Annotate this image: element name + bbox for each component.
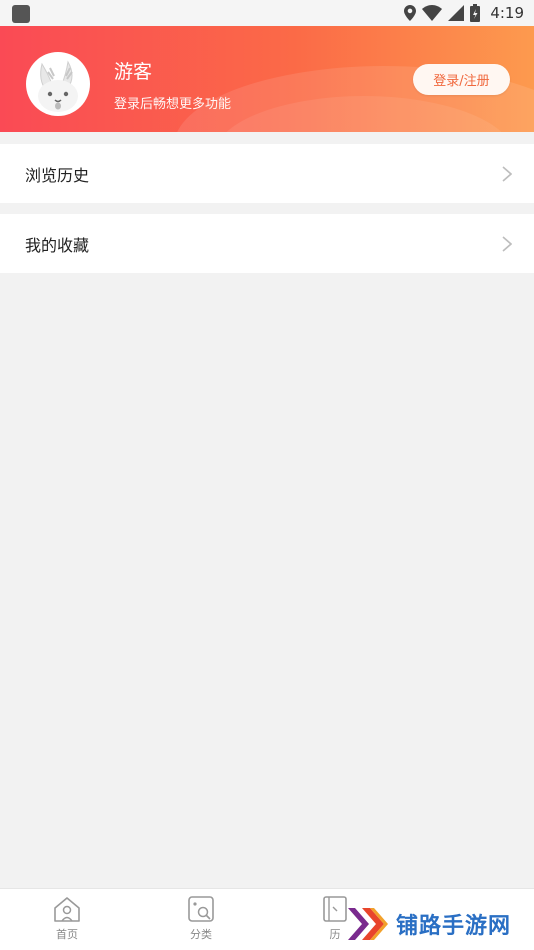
profile-header: 游客 登录后畅想更多功能 登录/注册: [0, 26, 534, 132]
nav-item-home[interactable]: 首页: [37, 895, 97, 949]
watermark-logo-icon: [348, 908, 388, 940]
menu-item-label: 浏览历史: [25, 165, 90, 185]
category-icon: [188, 896, 214, 922]
nav-item-category[interactable]: 分类: [171, 895, 231, 949]
signal-icon: [448, 5, 465, 21]
menu-item-label: 我的收藏: [25, 235, 90, 255]
avatar[interactable]: [26, 52, 90, 116]
history-icon: [323, 896, 347, 922]
login-register-button[interactable]: 登录/注册: [413, 64, 510, 95]
chevron-right-icon: [502, 166, 512, 182]
location-icon: [404, 5, 417, 21]
watermark-text: 铺路手游网: [396, 914, 512, 939]
wifi-icon: [422, 5, 443, 21]
app-icon: [12, 5, 30, 23]
status-time: 4:19: [490, 4, 524, 22]
status-bar: 4:19: [0, 0, 534, 26]
menu-item-my-favorites[interactable]: 我的收藏: [0, 214, 534, 273]
nav-label: 历: [329, 928, 341, 941]
menu-item-browse-history[interactable]: 浏览历史: [0, 144, 534, 203]
chevron-right-icon: [502, 236, 512, 252]
nav-label: 首页: [56, 928, 78, 941]
user-name: 游客: [114, 61, 153, 83]
login-hint: 登录后畅想更多功能: [114, 97, 232, 112]
home-icon: [54, 897, 80, 922]
watermark: 铺路手游网: [346, 900, 511, 948]
nav-label: 分类: [190, 928, 212, 941]
rabbit-avatar-icon: [28, 54, 88, 114]
battery-icon: [470, 4, 481, 22]
status-icons: 4:19: [404, 2, 524, 24]
